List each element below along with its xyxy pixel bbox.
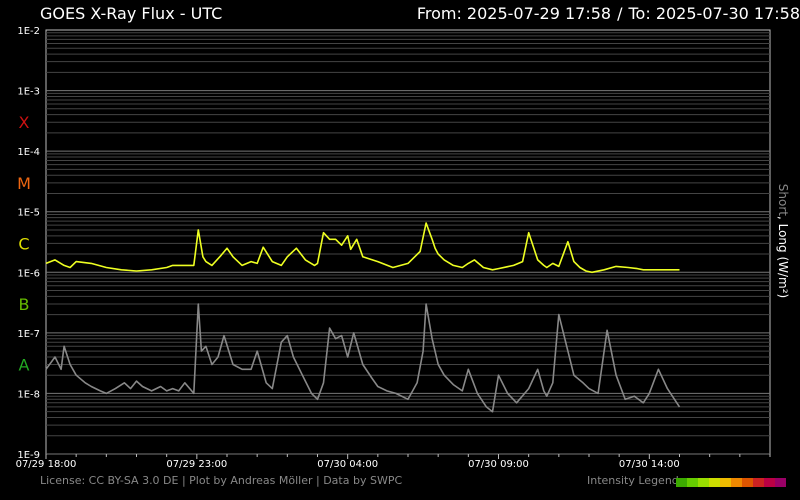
legend-swatch <box>731 478 742 487</box>
y-axis-label: Short, Long (W/m²) <box>776 166 790 316</box>
y-tick-label: 1E-5 <box>17 208 40 219</box>
series-short-line <box>45 303 681 413</box>
grid-lines <box>46 32 770 455</box>
flare-class-c: C <box>18 234 29 253</box>
legend-swatch <box>764 478 775 487</box>
x-tick-label: 07/30 09:00 <box>468 459 529 470</box>
y-tick-label: 1E-3 <box>17 87 40 98</box>
flare-class-a: A <box>19 356 30 375</box>
series-lines <box>45 222 681 413</box>
legend-swatch <box>709 478 720 487</box>
legend-swatch <box>753 478 764 487</box>
intensity-legend-bar <box>676 478 786 487</box>
y-axis-label-short: Short <box>776 183 790 216</box>
flare-class-m: M <box>17 174 31 193</box>
flare-class-b: B <box>19 295 30 314</box>
x-tick-label: 07/30 04:00 <box>317 459 378 470</box>
legend-swatch <box>720 478 731 487</box>
intensity-legend-label: Intensity Legend <box>587 474 679 487</box>
license-footer: License: CC BY-SA 3.0 DE | Plot by Andre… <box>40 474 403 487</box>
y-tick-label: 1E-7 <box>17 329 40 340</box>
xray-flux-chart: 1E-21E-31E-41E-51E-61E-71E-81E-9 07/29 1… <box>16 26 771 470</box>
legend-swatch <box>676 478 687 487</box>
flare-class-x: X <box>19 113 30 132</box>
x-tick-label: 07/30 14:00 <box>619 459 680 470</box>
y-tick-label: 1E-6 <box>17 268 40 279</box>
legend-swatch <box>742 478 753 487</box>
y-tick-label: 1E-8 <box>17 389 40 400</box>
x-tick-label: 07/29 23:00 <box>166 459 227 470</box>
y-axis-label-rest: , Long (W/m²) <box>776 215 790 299</box>
legend-swatch <box>698 478 709 487</box>
x-tick-labels: 07/29 18:00 07/29 23:00 07/30 04:00 07/30 0… <box>16 454 771 470</box>
legend-swatch <box>775 478 786 487</box>
y-tick-label: 1E-4 <box>17 147 40 158</box>
x-tick-label: 07/29 18:00 <box>16 459 77 470</box>
y-tick-label: 1E-2 <box>17 26 40 37</box>
legend-swatch <box>687 478 698 487</box>
